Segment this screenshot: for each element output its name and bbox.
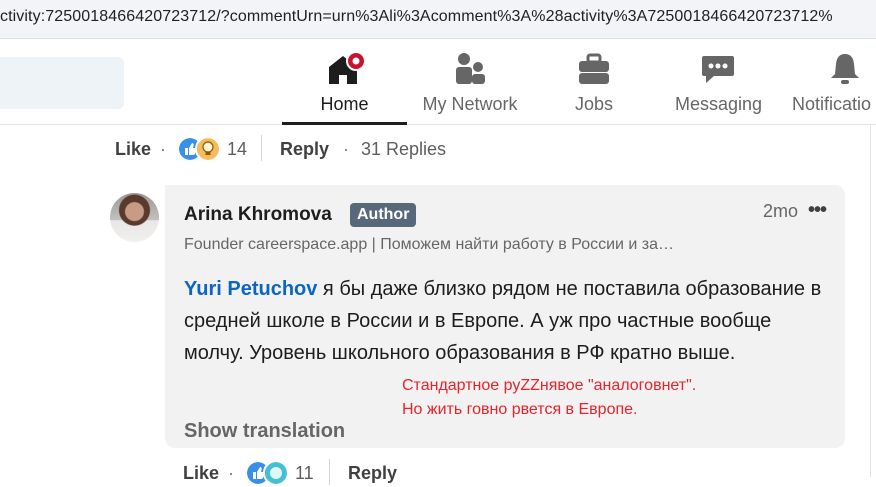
author-badge: Author	[350, 203, 417, 227]
nav-item-my-network[interactable]: My Network	[408, 39, 532, 124]
nav-item-messaging[interactable]: Messaging	[656, 39, 781, 124]
separator-dot: ·	[160, 139, 166, 159]
nav-item-home[interactable]: Home	[282, 39, 407, 125]
nav-item-jobs[interactable]: Jobs	[533, 39, 655, 124]
reaction-count[interactable]: 11	[295, 463, 314, 484]
browser-url-bar[interactable]: ctivity:7250018466420723712/?commentUrn=…	[0, 0, 876, 39]
separator-dot: ·	[228, 463, 234, 483]
reply-button[interactable]: Reply	[348, 463, 397, 484]
reactions[interactable]	[177, 136, 221, 162]
briefcase-icon	[579, 53, 609, 84]
more-options-icon[interactable]: •••	[808, 199, 827, 222]
nav-label-jobs: Jobs	[574, 94, 614, 114]
url-text[interactable]: ctivity:7250018466420723712/?commentUrn=…	[0, 8, 833, 26]
chat-icon	[702, 56, 734, 83]
author-headline: Founder careerspace.app | Поможем найти …	[184, 236, 675, 253]
nav-label-notifications: Notificatio	[792, 94, 872, 114]
divider	[261, 135, 262, 161]
nav-item-notifications[interactable]: Notificatio	[782, 39, 876, 124]
bell-icon	[831, 54, 859, 84]
author-name[interactable]: Arina Khromova	[184, 204, 332, 226]
annotation-line-1: Стандартное руZZнявое "аналоговнет".	[402, 377, 697, 394]
like-button[interactable]: Like	[183, 463, 219, 484]
comment-text: Yuri Petuchov я бы даже близко рядом не …	[184, 273, 824, 369]
avatar[interactable]	[110, 193, 159, 242]
nav-label-home: Home	[320, 94, 369, 114]
nav-label-my-network: My Network	[422, 94, 518, 114]
search-input[interactable]	[0, 57, 124, 109]
replies-count-link[interactable]: 31 Replies	[361, 139, 446, 160]
reply-button[interactable]: Reply	[280, 139, 329, 160]
reactions[interactable]	[245, 460, 289, 486]
mention-link[interactable]: Yuri Petuchov	[184, 278, 317, 300]
comment-timestamp: 2mo	[763, 201, 799, 221]
reaction-count[interactable]: 14	[227, 139, 247, 160]
home-icon	[329, 52, 366, 84]
top-nav: Home My Network Jobs Messaging Notificat…	[0, 39, 876, 125]
people-icon	[456, 53, 485, 84]
red-annotation: Стандартное руZZнявое "аналоговнет". Но …	[402, 374, 696, 422]
insightful-reaction-icon	[195, 136, 221, 162]
annotation-line-2: Но жить говно рвется в Европе.	[402, 401, 638, 418]
divider	[329, 459, 330, 485]
show-translation-button[interactable]: Show translation	[184, 420, 345, 443]
separator-dot: ·	[343, 139, 349, 159]
funny-reaction-icon	[263, 460, 289, 486]
nav-label-messaging: Messaging	[674, 94, 763, 114]
like-button[interactable]: Like	[115, 139, 151, 160]
